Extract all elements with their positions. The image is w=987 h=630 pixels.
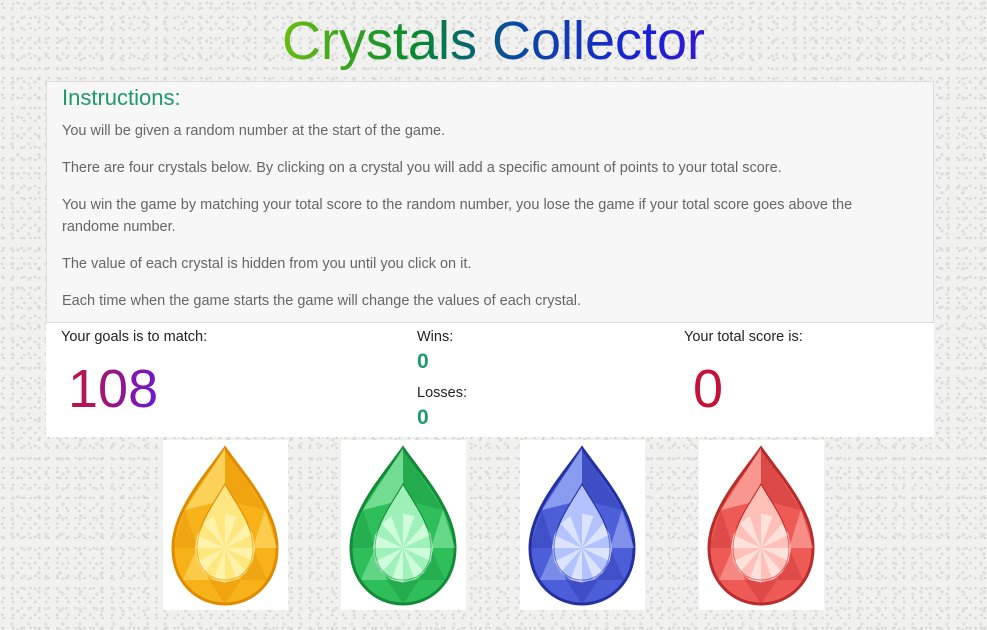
instruction-paragraph: You win the game by matching your total … (62, 197, 853, 235)
page-title: Crystals Collector (0, 6, 987, 76)
wins-count: 0 (417, 350, 429, 373)
crystal-green-button[interactable] (341, 440, 466, 610)
crystal-red-button[interactable] (699, 440, 824, 610)
instruction-paragraph: The value of each crystal is hidden from… (62, 256, 472, 272)
instruction-paragraph: There are four crystals below. By clicki… (62, 160, 782, 176)
crystal-green-icon (349, 445, 457, 606)
instruction-paragraph: You will be given a random number at the… (62, 123, 446, 139)
goal-label: Your goals is to match: (61, 329, 208, 345)
crystal-blue-icon (528, 445, 636, 606)
stats-panel: Your goals is to match: 108 Wins: 0 Loss… (46, 323, 934, 437)
instruction-paragraph: Each time when the game starts the game … (62, 293, 582, 309)
losses-count: 0 (417, 406, 429, 429)
instructions-panel: Instructions: You will be given a random… (46, 81, 934, 323)
score-number: 0 (693, 359, 724, 419)
wins-label: Wins: (417, 329, 454, 345)
losses-label: Losses: (417, 385, 467, 401)
score-label: Your total score is: (684, 329, 803, 345)
crystal-red-icon (707, 445, 815, 606)
goal-number: 108 (68, 359, 159, 419)
crystal-yellow-icon (171, 445, 279, 606)
instructions-heading: Instructions: (62, 85, 181, 110)
crystal-blue-button[interactable] (520, 440, 645, 610)
crystal-yellow-button[interactable] (163, 440, 288, 610)
